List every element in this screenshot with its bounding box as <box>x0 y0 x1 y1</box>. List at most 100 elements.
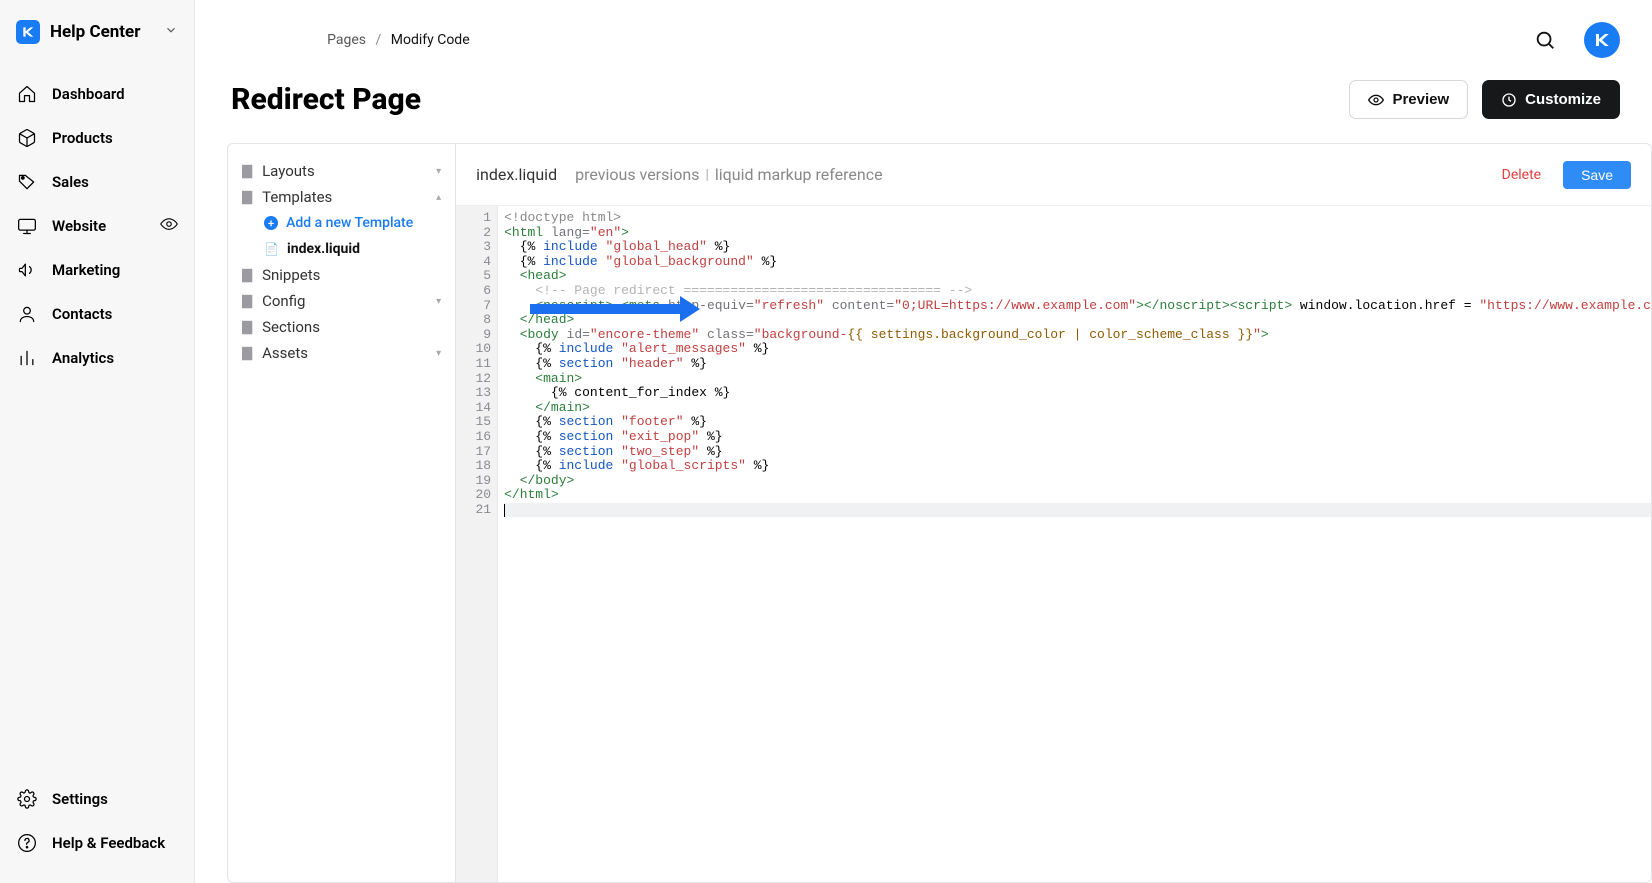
sidebar-item-website[interactable]: Website <box>0 204 194 248</box>
folder-icon: ▇ <box>242 190 252 205</box>
save-button[interactable]: Save <box>1563 161 1631 189</box>
sidebar-item-label: Dashboard <box>52 85 125 103</box>
code-editor[interactable]: 123456789101112131415161718192021 <!doct… <box>456 206 1651 882</box>
megaphone-icon <box>16 260 38 280</box>
editor-header: index.liquid previous versions | liquid … <box>456 144 1651 206</box>
customize-icon <box>1501 92 1517 108</box>
chevron-down-icon[interactable] <box>164 23 178 41</box>
app-title: Help Center <box>50 22 164 42</box>
code-line <box>504 503 1651 518</box>
sidebar-item-dashboard[interactable]: Dashboard <box>0 72 194 116</box>
editor-filename: index.liquid <box>476 165 557 184</box>
chevron-up-icon: ▴ <box>436 192 441 203</box>
sidebar: Help Center Dashboard Products Sales Websit… <box>0 0 195 883</box>
line-gutter: 123456789101112131415161718192021 <box>456 206 498 882</box>
main: Pages / Modify Code Redirect Page Previe… <box>195 0 1652 883</box>
separator: | <box>705 167 708 183</box>
breadcrumb-parent[interactable]: Pages <box>327 32 366 48</box>
sidebar-item-label: Marketing <box>52 261 120 279</box>
breadcrumb-sep: / <box>375 32 381 48</box>
monitor-icon <box>16 216 38 236</box>
code-line: {% include "global_head" %} <box>504 240 1651 255</box>
tree-folder-label: Assets <box>262 344 308 362</box>
tag-icon <box>16 172 38 192</box>
code-line: </main> <box>504 401 1651 416</box>
code-line: {% section "two_step" %} <box>504 445 1651 460</box>
customize-label: Customize <box>1525 91 1601 108</box>
code-line: <!doctype html> <box>504 211 1651 226</box>
tree-folder-assets[interactable]: ▇ Assets ▾ <box>236 340 447 366</box>
page-header: Redirect Page Preview Customize <box>195 80 1652 143</box>
code-content[interactable]: <!doctype html><html lang="en"> {% inclu… <box>498 206 1651 882</box>
sidebar-item-label: Products <box>52 129 113 147</box>
sidebar-item-settings[interactable]: Settings <box>0 777 194 821</box>
eye-icon <box>160 215 178 237</box>
breadcrumb-current: Modify Code <box>391 32 470 48</box>
code-line: <body id="encore-theme" class="backgroun… <box>504 328 1651 343</box>
tree-folder-sections[interactable]: ▇ Sections <box>236 314 447 340</box>
tree-folder-config[interactable]: ▇ Config ▾ <box>236 288 447 314</box>
editor-pane: index.liquid previous versions | liquid … <box>456 144 1651 882</box>
add-template-button[interactable]: + Add a new Template <box>236 210 447 236</box>
code-line: {% include "global_scripts" %} <box>504 459 1651 474</box>
sidebar-item-label: Website <box>52 217 106 235</box>
customize-button[interactable]: Customize <box>1482 80 1620 119</box>
nav-list: Dashboard Products Sales Website Marketing Co… <box>0 68 194 777</box>
box-icon <box>16 128 38 148</box>
code-line: {% section "footer" %} <box>504 415 1651 430</box>
file-icon: 📄 <box>264 242 279 256</box>
gear-icon <box>16 789 38 809</box>
tree-file-index[interactable]: 📄 index.liquid <box>236 236 447 262</box>
search-icon[interactable] <box>1534 29 1556 51</box>
liquid-reference-link[interactable]: liquid markup reference <box>715 165 883 184</box>
sidebar-item-label: Analytics <box>52 349 114 367</box>
tree-folder-templates[interactable]: ▇ Templates ▴ <box>236 184 447 210</box>
sidebar-item-label: Contacts <box>52 305 112 323</box>
code-line: <main> <box>504 372 1651 387</box>
sidebar-item-contacts[interactable]: Contacts <box>0 292 194 336</box>
sidebar-header[interactable]: Help Center <box>0 20 194 68</box>
tree-folder-snippets[interactable]: ▇ Snippets <box>236 262 447 288</box>
sidebar-item-products[interactable]: Products <box>0 116 194 160</box>
editor-card: ▇ Layouts ▾ ▇ Templates ▴ + Add a new Te… <box>227 143 1652 883</box>
sidebar-item-analytics[interactable]: Analytics <box>0 336 194 380</box>
chevron-down-icon: ▾ <box>436 348 441 359</box>
tree-folder-label: Templates <box>262 188 332 206</box>
sidebar-item-sales[interactable]: Sales <box>0 160 194 204</box>
code-line: <head> <box>504 269 1651 284</box>
home-icon <box>16 84 38 104</box>
tree-folder-label: Sections <box>262 318 320 336</box>
user-icon <box>16 304 38 324</box>
tree-file-label: index.liquid <box>287 241 360 257</box>
preview-button[interactable]: Preview <box>1349 80 1468 119</box>
eye-icon <box>1368 92 1384 108</box>
file-tree: ▇ Layouts ▾ ▇ Templates ▴ + Add a new Te… <box>228 144 456 882</box>
code-line: {% section "header" %} <box>504 357 1651 372</box>
tree-folder-layouts[interactable]: ▇ Layouts ▾ <box>236 158 447 184</box>
code-line: </html> <box>504 488 1651 503</box>
chevron-down-icon: ▾ <box>436 296 441 307</box>
code-line: </body> <box>504 474 1651 489</box>
brand-avatar[interactable] <box>1584 22 1620 58</box>
code-line: {% include "alert_messages" %} <box>504 342 1651 357</box>
code-line: <!-- Page redirect =====================… <box>504 284 1651 299</box>
previous-versions-link[interactable]: previous versions <box>575 165 699 184</box>
topbar: Pages / Modify Code <box>195 0 1652 80</box>
code-line: {% section "exit_pop" %} <box>504 430 1651 445</box>
folder-icon: ▇ <box>242 346 252 361</box>
sidebar-item-help-feedback[interactable]: Help & Feedback <box>0 821 194 865</box>
sidebar-item-marketing[interactable]: Marketing <box>0 248 194 292</box>
sidebar-item-label: Sales <box>52 173 89 191</box>
chevron-down-icon: ▾ <box>436 166 441 177</box>
tree-folder-label: Snippets <box>262 266 320 284</box>
sidebar-item-label: Help & Feedback <box>52 834 165 852</box>
page-title: Redirect Page <box>231 82 421 117</box>
delete-button[interactable]: Delete <box>1502 167 1541 183</box>
code-line: <noscript> <meta http-equiv="refresh" co… <box>504 299 1651 314</box>
code-line: <html lang="en"> <box>504 226 1651 241</box>
code-line: </head> <box>504 313 1651 328</box>
logo-icon <box>16 20 40 44</box>
folder-icon: ▇ <box>242 164 252 179</box>
tree-folder-label: Layouts <box>262 162 315 180</box>
folder-icon: ▇ <box>242 320 252 335</box>
